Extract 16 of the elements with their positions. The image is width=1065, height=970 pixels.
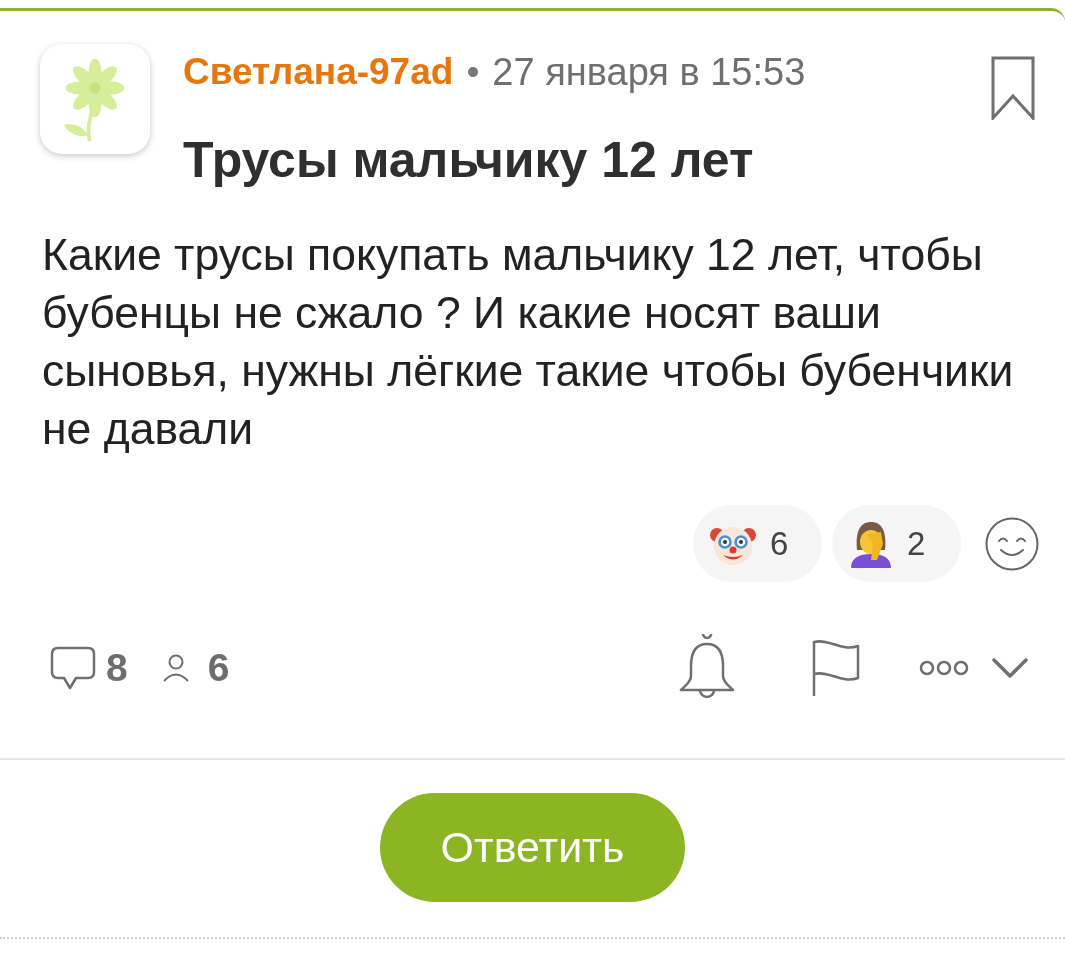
post-title: Трусы мальчику 12 лет xyxy=(183,132,755,188)
flag-icon[interactable] xyxy=(811,638,861,698)
bookmark-icon[interactable] xyxy=(991,56,1035,120)
more-dots-icon[interactable] xyxy=(919,659,969,677)
facepalm-emoji-icon xyxy=(849,519,893,568)
reaction-button[interactable]: 2 xyxy=(832,505,961,582)
smiley-icon[interactable] xyxy=(985,516,1039,571)
comment-icon xyxy=(50,646,96,690)
participant-count: 6 xyxy=(207,644,230,691)
chevron-down-icon[interactable] xyxy=(991,657,1029,679)
person-icon xyxy=(161,654,190,682)
post-date: 27 января в 15:53 xyxy=(492,52,806,92)
comment-count: 8 xyxy=(106,644,128,691)
separator-dot: • xyxy=(466,52,480,92)
post-body: Какие трусы покупать мальчику 12 лет, чтобы бубенцы не сжало ? И какие носят ваши сыновья, нужны лёгкие такие чтобы бубенчики не давали xyxy=(41,229,1015,455)
reaction-button[interactable]: 6 xyxy=(693,505,822,582)
